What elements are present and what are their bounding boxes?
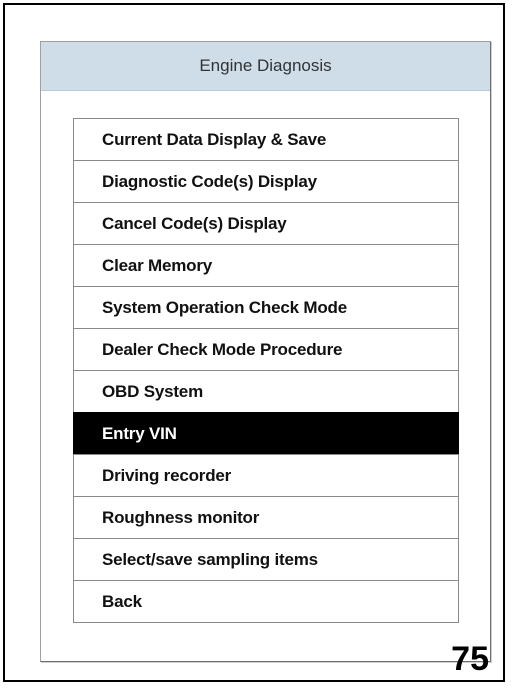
diagnosis-menu: Current Data Display & Save Diagnostic C… [73, 118, 459, 623]
menu-item-system-operation-check-mode[interactable]: System Operation Check Mode [73, 286, 459, 329]
menu-item-clear-memory[interactable]: Clear Memory [73, 244, 459, 287]
menu-item-select-save-sampling-items[interactable]: Select/save sampling items [73, 538, 459, 581]
menu-item-driving-recorder[interactable]: Driving recorder [73, 454, 459, 497]
panel-title: Engine Diagnosis [41, 42, 490, 91]
menu-item-obd-system[interactable]: OBD System [73, 370, 459, 413]
engine-diagnosis-panel: Engine Diagnosis Current Data Display & … [40, 41, 491, 662]
page-number: 75 [451, 640, 489, 678]
menu-item-roughness-monitor[interactable]: Roughness monitor [73, 496, 459, 539]
menu-item-current-data-display-save[interactable]: Current Data Display & Save [73, 118, 459, 161]
menu-item-diagnostic-codes-display[interactable]: Diagnostic Code(s) Display [73, 160, 459, 203]
menu-item-dealer-check-mode-procedure[interactable]: Dealer Check Mode Procedure [73, 328, 459, 371]
page-frame: Engine Diagnosis Current Data Display & … [3, 3, 505, 682]
menu-item-entry-vin[interactable]: Entry VIN [73, 412, 459, 455]
menu-item-back[interactable]: Back [73, 580, 459, 623]
menu-item-cancel-codes-display[interactable]: Cancel Code(s) Display [73, 202, 459, 245]
